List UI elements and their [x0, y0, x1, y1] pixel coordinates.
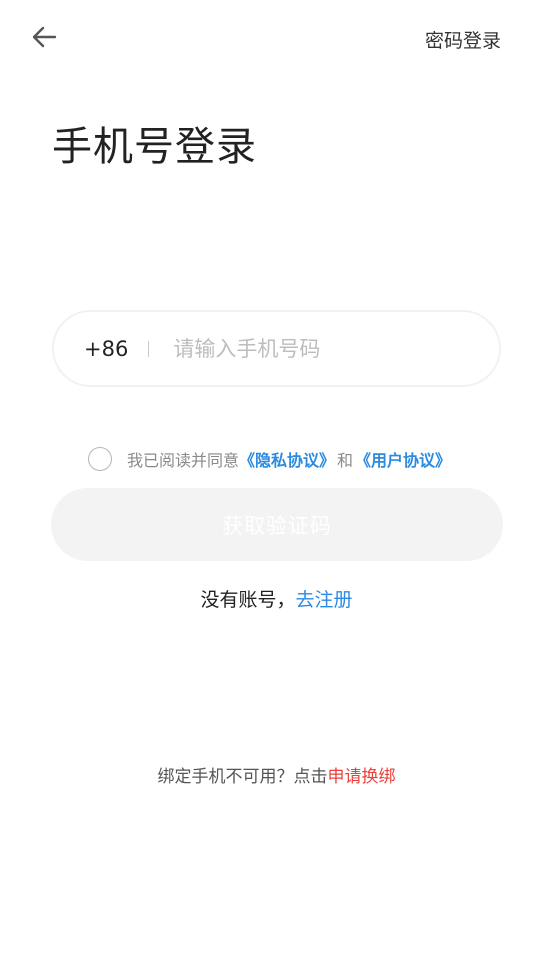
- agreement-checkbox[interactable]: [88, 447, 112, 471]
- agreement-prefix: 我已阅读并同意: [127, 451, 240, 470]
- arrow-left-icon: [32, 26, 57, 48]
- get-verification-code-button[interactable]: 获取验证码: [51, 488, 503, 561]
- phone-number-input[interactable]: [171, 335, 476, 362]
- phone-input-container: +86: [52, 310, 501, 387]
- register-row: 没有账号，去注册: [0, 585, 553, 612]
- country-code-selector[interactable]: +86: [84, 337, 128, 361]
- register-prompt: 没有账号，: [200, 589, 296, 611]
- rebind-prompt: 绑定手机不可用？点击: [157, 767, 328, 787]
- input-divider: [148, 340, 150, 357]
- register-link[interactable]: 去注册: [296, 589, 353, 611]
- user-agreement-link[interactable]: 《用户协议》: [355, 447, 451, 471]
- rebind-row: 绑定手机不可用？点击申请换绑: [0, 762, 553, 787]
- agreement-and: 和: [337, 451, 354, 470]
- back-button[interactable]: [26, 20, 62, 54]
- page-title: 手机号登录: [52, 124, 257, 170]
- rebind-link[interactable]: 申请换绑: [328, 767, 396, 787]
- privacy-policy-link[interactable]: 《隐私协议》: [239, 447, 335, 471]
- password-login-link[interactable]: 密码登录: [425, 26, 501, 53]
- agreement-row: 我已阅读并同意 《隐私协议》 和 《用户协议》: [88, 447, 451, 471]
